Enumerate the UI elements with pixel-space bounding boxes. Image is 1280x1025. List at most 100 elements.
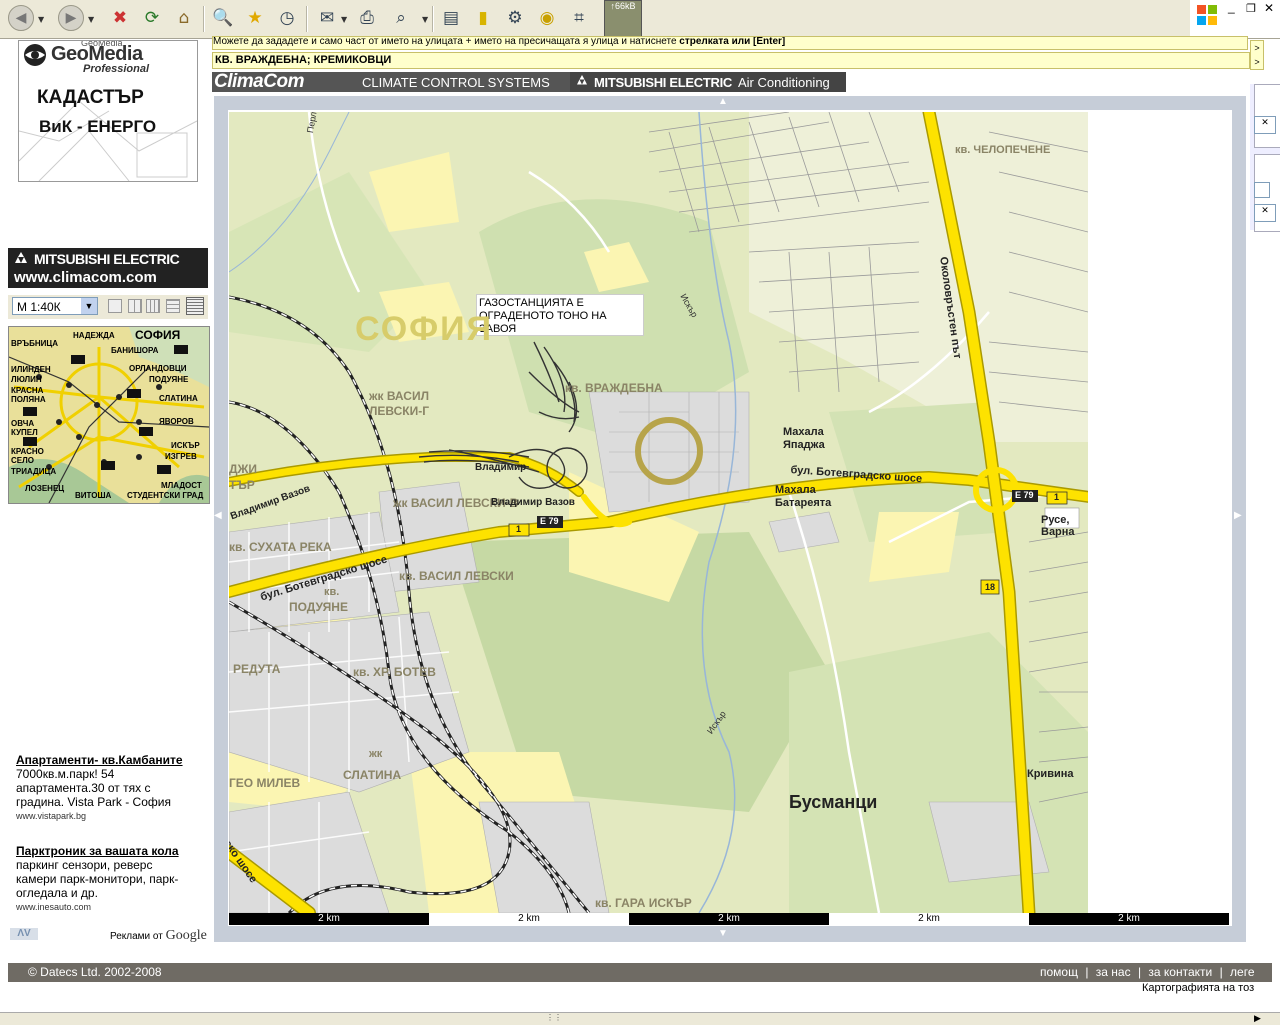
road-shield-label: 18 [985, 582, 996, 592]
map-label: ГЕО МИЛЕВ [229, 776, 301, 790]
climacom-logo-text: ClimaCom [214, 71, 304, 92]
refresh-icon[interactable]: ⟳ [139, 5, 165, 31]
note-icon[interactable]: ▮ [470, 5, 496, 31]
zoom-level-4-icon[interactable] [166, 299, 180, 313]
mitsubishi-logo-icon [12, 252, 30, 268]
footer-link-about[interactable]: за нас [1096, 965, 1131, 979]
scroll-right-icon[interactable]: ▶ [1254, 1013, 1261, 1024]
map-label: кв. ЧЕЛОПЕЧЕНЕ [955, 144, 1051, 156]
road-shield-label: E 79 [1015, 490, 1034, 500]
map-label: Махала [783, 426, 824, 438]
geomedia-logo[interactable]: GeoMedia GeoMedia Professional КАДАСТЪР … [18, 40, 198, 182]
mitsubishi-aircon-banner: MITSUBISHI ELECTRIC Air Conditioning [570, 72, 846, 92]
minimap-label: ЛЮЛИН [11, 375, 42, 384]
ad-title-link[interactable]: Парктроник за вашата кола [16, 844, 196, 858]
minimap-label: ТРИАДИЦА [11, 467, 57, 476]
map-label: Махала [775, 484, 816, 496]
scale-select[interactable]: М 1:40К ▼ [12, 297, 98, 315]
close-icon[interactable]: ✕ [1264, 1, 1274, 15]
edit-icon[interactable]: ▤ [438, 5, 464, 31]
overview-minimap[interactable]: НАДЕЖДА СОФИЯ ВРЪБНИЦА БАНИШОРА ИЛИНДЕН … [8, 326, 210, 504]
zoom-level-2-icon[interactable] [128, 299, 142, 313]
print-preview-icon[interactable]: ⌕ [388, 5, 414, 31]
toolbar-separator [432, 6, 434, 32]
toolbar-addon-icon[interactable]: ◉ [534, 5, 560, 31]
messenger-icon[interactable]: ⚙ [502, 5, 528, 31]
research-icon[interactable]: ⌗ [566, 5, 592, 31]
right-panel-close-icon[interactable]: ✕ [1254, 204, 1276, 222]
minimize-icon[interactable]: _ [1228, 0, 1235, 14]
toolbar-separator [203, 6, 205, 32]
google-logo: Google [165, 928, 207, 943]
zoom-level-5-icon[interactable] [186, 297, 204, 315]
chevron-down-icon[interactable]: ▼ [81, 298, 97, 314]
ad-url[interactable]: www.vistapark.bg [16, 809, 196, 823]
right-panel-checkbox[interactable] [1254, 182, 1270, 198]
stop-icon[interactable]: ✖ [107, 5, 133, 31]
zoom-level-1-icon[interactable] [108, 299, 122, 313]
map-label: ЛЕВСКИ-Г [369, 404, 430, 418]
scale-bar: 2 km 2 km 2 km 2 km 2 km [229, 913, 1229, 925]
hint-bold-text: стрелката или [Enter] [679, 36, 786, 47]
pan-east-icon[interactable]: ▶ [1234, 510, 1242, 521]
expand-arrows-icon[interactable]: > > [1250, 40, 1264, 70]
mitsubishi-text: MITSUBISHI ELECTRIC [594, 75, 733, 90]
climacom-banner[interactable]: ClimaCom CLIMATE CONTROL SYSTEMS MITSUBI… [212, 72, 846, 92]
map-label: кв. [324, 586, 340, 598]
map-label: Япаджа [783, 439, 825, 451]
right-side-panel: ✕ ✕ [1250, 84, 1280, 232]
ad-url[interactable]: www.inesauto.com [16, 900, 196, 914]
ads-nav-icon[interactable]: ΛV [10, 928, 38, 940]
map-view[interactable]: ГАЗОСТАНЦИЯТА Е ОГРАДЕНОТО ТОНО НА ЗАВОЯ… [229, 112, 1088, 913]
mitsubishi-banner-line1: MITSUBISHI ELECTRIC [34, 251, 180, 267]
home-icon[interactable]: ⌂ [171, 5, 197, 31]
mail-dropdown-icon[interactable]: ▼ [341, 15, 347, 24]
footer-links: помощ | за нас | за контакти | леге [1040, 963, 1255, 982]
logo-title: КАДАСТЪР [37, 87, 144, 108]
mitsubishi-logo-icon [574, 75, 590, 89]
pan-south-icon[interactable]: ▼ [718, 928, 728, 939]
back-icon[interactable]: ◀ [8, 5, 34, 31]
print-icon[interactable]: ⎙ [354, 5, 380, 31]
mail-icon[interactable]: ✉ [314, 5, 340, 31]
mitsubishi-banner[interactable]: MITSUBISHI ELECTRIC www.climacom.com [8, 248, 208, 288]
road-shield-label: E 79 [540, 516, 559, 526]
scale-select-value: М 1:40К [17, 300, 61, 314]
copyright: © Datecs Ltd. 2002-2008 [28, 965, 162, 979]
throughput-meter: ↑66kB [604, 0, 642, 38]
pan-north-icon[interactable]: ▲ [718, 96, 728, 107]
scrollbar-grip-icon[interactable]: ⋮⋮ [546, 1013, 562, 1022]
footer-link-legend[interactable]: леге [1230, 965, 1254, 979]
ad-body: паркинг сензори, реверс камери парк-мони… [16, 858, 179, 900]
minimap-label: ЯВОРОВ [159, 417, 194, 426]
browser-toolbar: ◀ ▼ ▶ ▼ ✖ ⟳ ⌂ 🔍 ★ ◷ ✉ ▼ ⎙ ⌕ ▼ ▤ ▮ ⚙ ◉ ⌗ … [0, 0, 1280, 39]
map-label: Кривина [1027, 768, 1074, 780]
forward-icon[interactable]: ▶ [58, 5, 84, 31]
ads-by-google[interactable]: Реклами от Google [110, 928, 207, 944]
forward-dropdown-icon[interactable]: ▼ [88, 15, 94, 24]
minimap-label: МЛАДОСТ [161, 481, 202, 490]
footer-link-contacts[interactable]: за контакти [1148, 965, 1212, 979]
ad-body: 7000кв.м.парк! 54 апартамента.30 от тях … [16, 767, 171, 809]
back-dropdown-icon[interactable]: ▼ [38, 15, 44, 24]
pan-west-icon[interactable]: ◀ [214, 510, 222, 521]
location-bar: КВ. ВРАЖДЕБНА; КРЕМИКОВЦИ [212, 52, 1250, 69]
minimap-label: ОВЧА КУПЕЛ [11, 419, 38, 437]
history-icon[interactable]: ◷ [274, 5, 300, 31]
geomedia-globe-icon [23, 43, 47, 67]
map-label: жк [369, 748, 383, 760]
zoom-level-3-icon[interactable] [146, 299, 160, 313]
minimap-label: ВРЪБНИЦА [11, 339, 58, 348]
footer-link-help[interactable]: помощ [1040, 965, 1078, 979]
right-panel-close-icon[interactable]: ✕ [1254, 116, 1276, 134]
print-dropdown-icon[interactable]: ▼ [422, 15, 428, 24]
favorites-icon[interactable]: ★ [242, 5, 268, 31]
search-icon[interactable]: 🔍 [210, 5, 236, 31]
toolbar-separator [306, 6, 308, 32]
road-shield-label: 1 [516, 524, 522, 534]
horizontal-scrollbar[interactable]: ⋮⋮ ▶ [0, 1012, 1280, 1025]
ad-title-link[interactable]: Апартаменти- кв.Камбаните [16, 753, 196, 767]
minimap-label: БАНИШОРА [111, 346, 159, 355]
footer-separator: | [1137, 965, 1142, 979]
restore-icon[interactable]: ❐ [1246, 2, 1256, 15]
